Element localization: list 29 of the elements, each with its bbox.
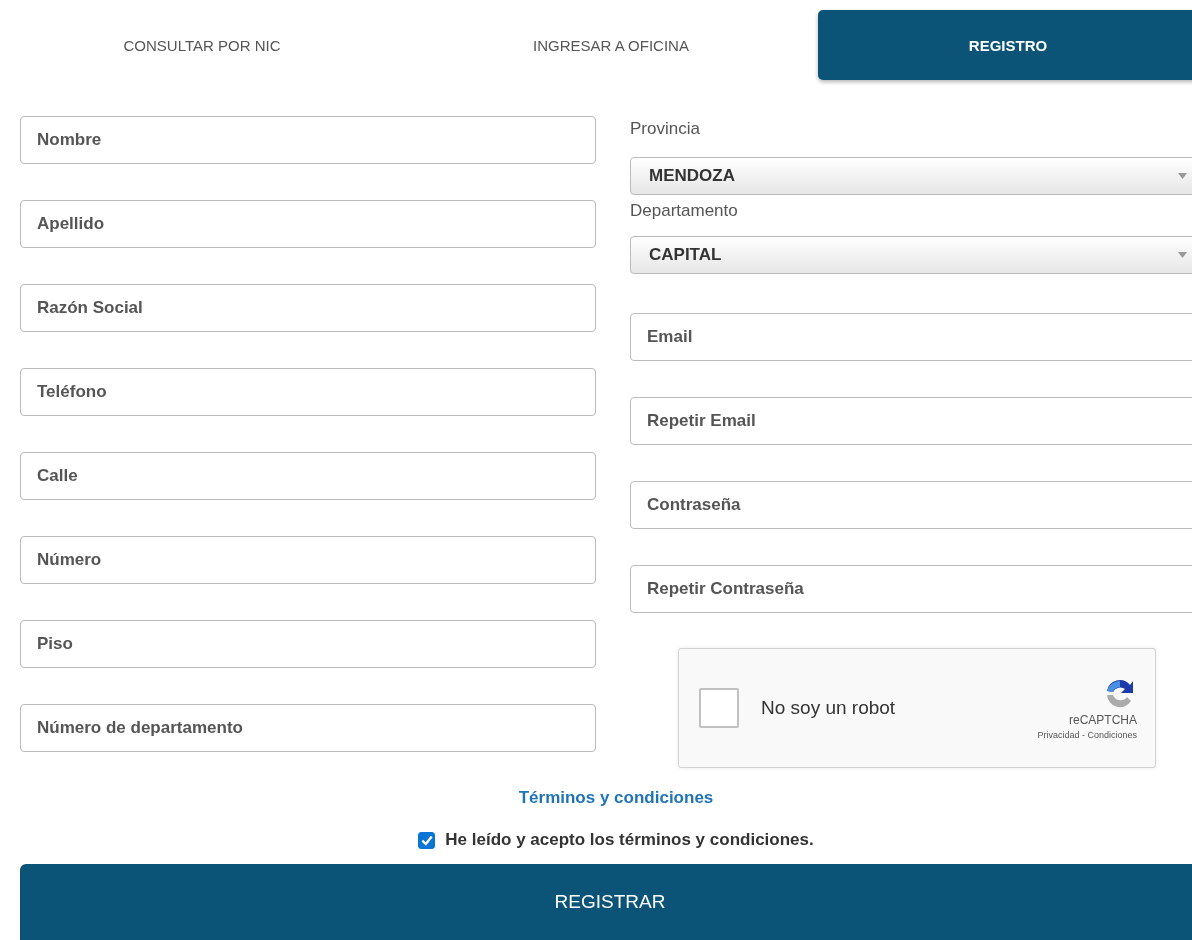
- captcha-links[interactable]: Privacidad - Condiciones: [1037, 729, 1137, 740]
- text-field[interactable]: Número de departamento: [20, 704, 596, 752]
- text-field[interactable]: Apellido: [20, 200, 596, 248]
- tab[interactable]: CONSULTAR POR NIC: [0, 10, 404, 80]
- field-label: Provincia: [630, 118, 701, 140]
- text-field[interactable]: Contraseña: [630, 481, 1192, 529]
- field-label: Departamento: [630, 200, 739, 222]
- accept-label: He leído y acepto los términos y condiciones.: [445, 830, 814, 850]
- text-field[interactable]: Número: [20, 536, 596, 584]
- tab[interactable]: REGISTRO: [818, 10, 1192, 80]
- recaptcha-brand: reCAPTCHA: [1069, 712, 1137, 727]
- tab[interactable]: INGRESAR A OFICINA: [404, 10, 818, 80]
- text-field[interactable]: Repetir Contraseña: [630, 565, 1192, 613]
- text-field[interactable]: Piso: [20, 620, 596, 668]
- captcha-checkbox[interactable]: [699, 688, 739, 728]
- select-field[interactable]: CAPITAL: [630, 236, 1192, 274]
- text-field[interactable]: Repetir Email: [630, 397, 1192, 445]
- terms-link[interactable]: Términos y condiciones: [518, 788, 714, 808]
- text-field[interactable]: Calle: [20, 452, 596, 500]
- register-button[interactable]: REGISTRAR: [20, 864, 1192, 940]
- caret-icon: [1178, 173, 1187, 179]
- text-field[interactable]: Email: [630, 313, 1192, 361]
- text-field[interactable]: Razón Social: [20, 284, 596, 332]
- text-field[interactable]: Nombre: [20, 116, 596, 164]
- captcha-label: No soy un robot: [761, 697, 897, 719]
- text-field[interactable]: Teléfono: [20, 368, 596, 416]
- select-field[interactable]: MENDOZA: [630, 157, 1192, 195]
- accept-checkbox[interactable]: [418, 831, 436, 849]
- caret-icon: [1178, 252, 1187, 258]
